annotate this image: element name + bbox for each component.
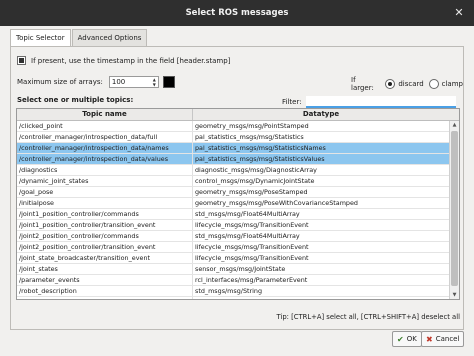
if-larger-row: If larger: discard clamp (351, 76, 463, 92)
table-row[interactable]: /joint_states sensor_msgs/msg/JointState (17, 264, 459, 275)
vertical-scrollbar[interactable]: ▲ ▼ (449, 121, 459, 299)
dialog-body: Topic Selector Advanced Options If prese… (0, 26, 474, 356)
table-row[interactable]: /robot_description std_msgs/msg/String (17, 286, 459, 297)
max-array-spinbox[interactable]: 100 ▲ ▼ (108, 76, 159, 88)
topic-name-cell: /joint1_position_controller/commands (17, 209, 193, 219)
column-header-topic[interactable]: Topic name (17, 109, 193, 120)
tip-text: Tip: [CTRL+A] select all, [CTRL+SHIFT+A]… (276, 313, 460, 321)
tab-advanced-options[interactable]: Advanced Options (71, 29, 148, 46)
table-row[interactable]: /rosoutrcl_interfaces/msg/Log (17, 297, 459, 299)
tab-bar: Topic Selector Advanced Options (10, 29, 148, 47)
table-body: /clicked_point geometry_msgs/msg/PointSta… (17, 121, 459, 299)
column-header-datatype[interactable]: Datatype (193, 109, 449, 120)
if-larger-label: If larger: (351, 76, 374, 92)
table-row[interactable]: /controller_manager/introspection_data/f… (17, 132, 459, 143)
topic-name-cell: /initialpose (17, 198, 193, 208)
datatype-cell: std_msgs/msg/String (195, 287, 263, 295)
datatype-cell: lifecycle_msgs/msg/TransitionEvent (195, 221, 309, 229)
datatype-cell: std_msgs/msg/Float64MultiArray (195, 210, 300, 218)
scroll-down-icon[interactable]: ▼ (451, 292, 458, 298)
topic-name-cell: /joint2_position_controller/commands (17, 231, 193, 241)
discard-label: discard (398, 80, 424, 88)
topic-name-cell: /controller_manager/introspection_data/f… (17, 132, 193, 142)
title-bar: Select ROS messages ✕ (0, 0, 474, 26)
filter-label: Filter: (282, 98, 302, 106)
datatype-cell: pal_statistics_msgs/msg/StatisticsNames (195, 144, 326, 152)
topic-name-cell: /goal_pose (17, 187, 193, 197)
topic-name-cell: /joint_state_broadcaster/transition_even… (17, 253, 193, 263)
window-title: Select ROS messages (185, 8, 289, 18)
discard-radio[interactable] (385, 79, 396, 89)
datatype-cell: geometry_msgs/msg/PointStamped (195, 122, 309, 130)
topic-name-cell: /joint1_position_controller/transition_e… (17, 220, 193, 230)
datatype-cell: rcl_interfaces/msg/Log (193, 297, 449, 299)
topic-name-cell: /rosout (17, 297, 193, 299)
table-row[interactable]: /parameter_events rcl_interfaces/msg/Para… (17, 275, 459, 286)
table-row[interactable]: /diagnostics diagnostic_msgs/msg/Diagnost… (17, 165, 459, 176)
topic-name-cell: /controller_manager/introspection_data/v… (17, 154, 193, 164)
topic-name-cell: /clicked_point (17, 121, 193, 131)
topic-name-cell: /diagnostics (17, 165, 193, 175)
tab-topic-selector[interactable]: Topic Selector (10, 29, 71, 47)
table-row[interactable]: /joint1_position_controller/transition_e… (17, 220, 459, 231)
close-icon[interactable]: ✕ (452, 6, 466, 20)
table-row[interactable]: /joint2_position_controller/commands std_… (17, 231, 459, 242)
ok-label: OK (406, 335, 417, 343)
timestamp-label: If present, use the timestamp in the fie… (31, 56, 231, 65)
datatype-cell: sensor_msgs/msg/JointState (195, 265, 286, 273)
ok-icon: ✔ (397, 334, 404, 344)
topic-selector-panel: If present, use the timestamp in the fie… (10, 46, 464, 330)
max-array-label: Maximum size of arrays: (17, 78, 103, 86)
datatype-cell: lifecycle_msgs/msg/TransitionEvent (195, 243, 309, 251)
datatype-cell: pal_statistics_msgs/msg/Statistics (195, 133, 304, 141)
topics-heading: Select one or multiple topics: (17, 96, 134, 104)
datatype-cell: pal_statistics_msgs/msg/StatisticsValues (195, 155, 325, 163)
topic-name-cell: /parameter_events (17, 275, 193, 285)
datatype-cell: diagnostic_msgs/msg/DiagnosticArray (195, 166, 317, 174)
table-row[interactable]: /goal_pose geometry_msgs/msg/PoseStamped (17, 187, 459, 198)
clamp-radio[interactable] (428, 79, 439, 89)
max-array-row: Maximum size of arrays: 100 ▲ ▼ (17, 76, 175, 88)
max-array-value: 100 (111, 78, 126, 86)
topic-name-cell: /joint_states (17, 264, 193, 274)
spin-arrows-icon[interactable]: ▲ ▼ (153, 77, 156, 87)
topic-name-cell: /joint2_position_controller/transition_e… (17, 242, 193, 252)
ok-button[interactable]: ✔ OK (392, 331, 422, 347)
scroll-thumb[interactable] (451, 131, 458, 286)
table-header: Topic name Datatype (17, 109, 459, 121)
topics-table: Topic name Datatype /clicked_point geomet… (16, 108, 460, 300)
filter-row: Filter: (282, 96, 456, 108)
topic-name-cell: /robot_description (17, 286, 193, 296)
datatype-cell: geometry_msgs/msg/PoseWithCovarianceStam… (195, 199, 358, 207)
topic-name-cell: /dynamic_joint_states (17, 176, 193, 186)
table-row[interactable]: /joint1_position_controller/commands std_… (17, 209, 459, 220)
scroll-up-icon[interactable]: ▲ (451, 122, 458, 128)
datatype-cell: control_msgs/msg/DynamicJointState (195, 177, 315, 185)
timestamp-option: If present, use the timestamp in the fie… (17, 56, 230, 65)
table-row[interactable]: /dynamic_joint_states control_msgs/msg/Dy… (17, 176, 459, 187)
clamp-label: clamp (441, 80, 463, 88)
datatype-cell: rcl_interfaces/msg/ParameterEvent (195, 276, 308, 284)
datatype-cell: geometry_msgs/msg/PoseStamped (195, 188, 308, 196)
cancel-icon: ✖ (426, 334, 433, 344)
table-row[interactable]: /joint2_position_controller/transition_e… (17, 242, 459, 253)
timestamp-checkbox[interactable] (17, 56, 26, 65)
datatype-cell: lifecycle_msgs/msg/TransitionEvent (195, 254, 309, 262)
table-row[interactable]: /initialpose geometry_msgs/msg/PoseWithCo… (17, 198, 459, 209)
table-row[interactable]: /controller_manager/introspection_data/n… (17, 143, 459, 154)
table-row[interactable]: /clicked_point geometry_msgs/msg/PointSta… (17, 121, 459, 132)
topic-name-cell: /controller_manager/introspection_data/n… (17, 143, 193, 153)
color-swatch[interactable] (162, 76, 175, 88)
table-row[interactable]: /controller_manager/introspection_data/v… (17, 154, 459, 165)
cancel-label: Cancel (435, 335, 460, 343)
filter-input[interactable] (305, 96, 456, 108)
table-row[interactable]: /joint_state_broadcaster/transition_even… (17, 253, 459, 264)
datatype-cell: std_msgs/msg/Float64MultiArray (195, 232, 300, 240)
cancel-button[interactable]: ✖ Cancel (421, 331, 465, 347)
